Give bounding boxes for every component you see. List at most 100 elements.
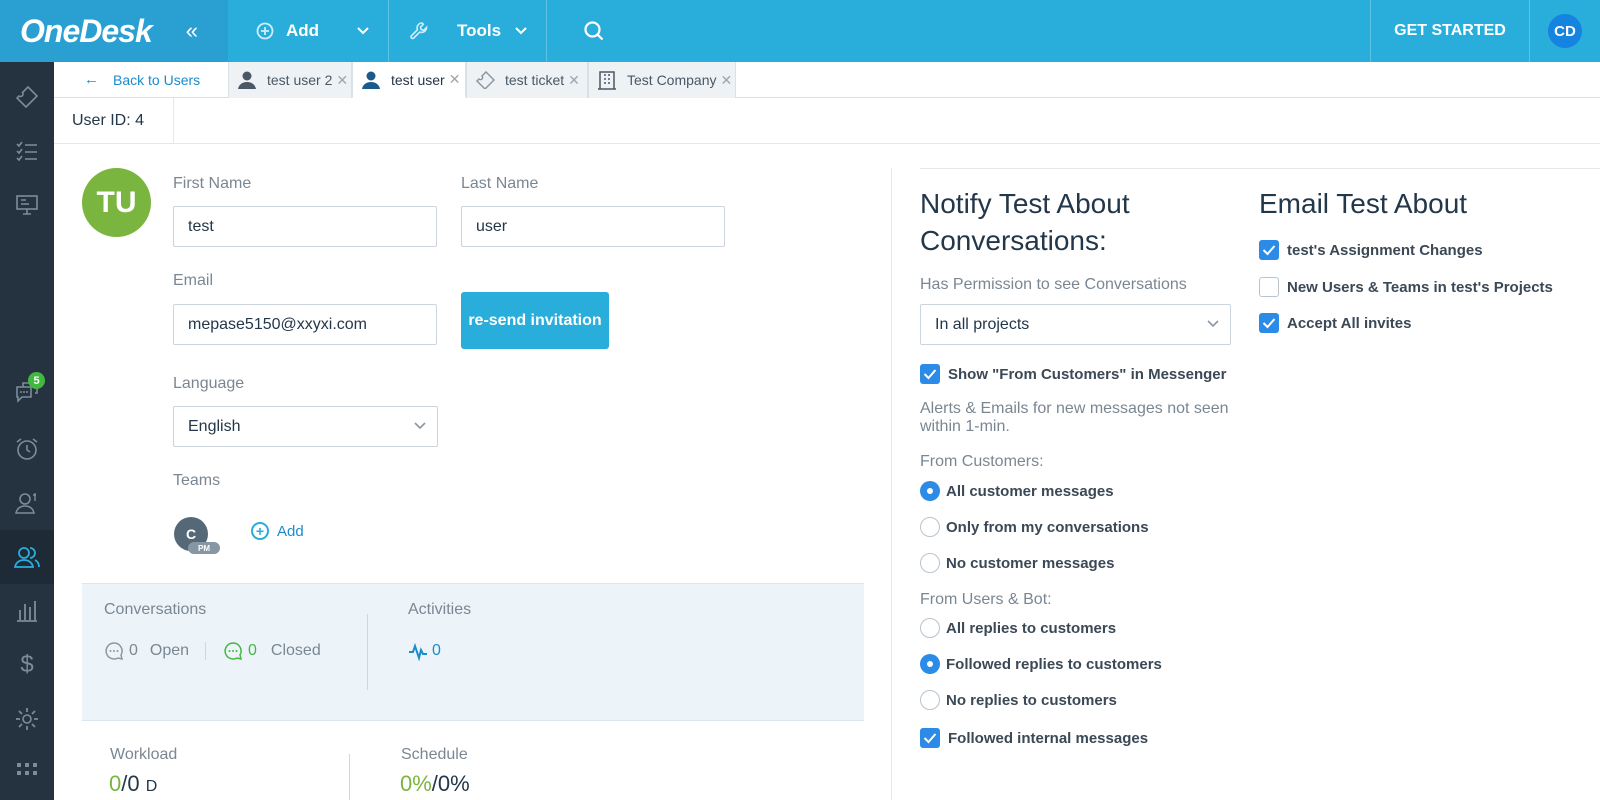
radio-all-customer-messages[interactable]: All customer messages	[920, 481, 1114, 501]
radio-unselected-icon	[920, 690, 940, 710]
add-button[interactable]: Add	[228, 0, 389, 62]
sidebar-item-timers[interactable]	[0, 422, 54, 476]
last-name-value: user	[476, 217, 508, 235]
activities-label: Activities	[408, 601, 472, 618]
tab-label: test user	[391, 71, 445, 88]
followed-internal-checkbox[interactable]: Followed internal messages	[920, 728, 1148, 748]
activities-count-link[interactable]: 0	[408, 641, 441, 661]
tab-test-user-2[interactable]: test user 2 ✕	[228, 62, 352, 98]
closed-label: Closed	[270, 642, 321, 659]
add-label: Add	[286, 21, 320, 40]
stats-panel: Conversations 0 Open 0 Closed Activities…	[82, 583, 864, 721]
sidebar-item-users[interactable]	[0, 530, 54, 584]
accept-all-invites-checkbox[interactable]: Accept All invites	[1259, 313, 1411, 333]
last-name-field[interactable]: user	[461, 206, 725, 247]
tab-test-company[interactable]: Test Company ✕	[588, 62, 736, 98]
sidebar-item-tickets[interactable]	[0, 70, 54, 124]
user-id: User ID: 4	[72, 98, 174, 143]
users-icon	[13, 547, 40, 568]
first-name-value: test	[188, 217, 214, 235]
back-to-users-link[interactable]: ← Back to Users	[84, 62, 200, 97]
radio-no-customer-messages[interactable]: No customer messages	[920, 553, 1114, 573]
search-icon	[584, 21, 604, 41]
sidebar-item-reports[interactable]	[0, 584, 54, 638]
closed-count: 0	[248, 642, 257, 659]
tab-test-ticket[interactable]: test ticket ✕	[466, 62, 588, 98]
language-value: English	[188, 417, 241, 435]
tab-label: test user 2	[267, 72, 333, 88]
checkbox-checked-icon	[1259, 313, 1279, 333]
radio-only-my-conversations[interactable]: Only from my conversations	[920, 517, 1149, 537]
checkbox-checked-icon	[920, 728, 940, 748]
close-icon[interactable]: ✕	[720, 72, 732, 89]
logo-area: OneDesk «	[0, 0, 228, 62]
language-label: Language	[173, 375, 245, 392]
radio-no-replies[interactable]: No replies to customers	[920, 690, 1117, 710]
close-icon[interactable]: ✕	[449, 71, 461, 88]
permission-value: In all projects	[935, 315, 1030, 333]
schedule-value: 0%/0%	[400, 771, 470, 796]
building-icon	[597, 70, 617, 90]
radio-unselected-icon	[920, 517, 940, 537]
add-team-button[interactable]: + Add	[251, 522, 304, 540]
conversations-label: Conversations	[104, 601, 207, 618]
sidebar-item-board[interactable]	[0, 178, 54, 232]
email-about-title: Email Test About	[1259, 188, 1468, 219]
activity-pulse-icon	[409, 642, 427, 661]
radio-followed-replies[interactable]: Followed replies to customers	[920, 654, 1162, 674]
chat-bubble-icon	[224, 642, 243, 661]
divider	[367, 614, 368, 690]
radio-selected-icon	[920, 654, 940, 674]
workload-label: Workload	[110, 746, 178, 763]
onedesk-logo[interactable]: OneDesk	[20, 13, 153, 50]
search-button[interactable]	[547, 0, 605, 62]
pane-divider	[891, 168, 892, 800]
gear-icon	[16, 708, 38, 730]
tab-label: Test Company	[627, 72, 717, 88]
tab-bar: ← Back to Users test user 2 ✕ test user …	[54, 62, 1600, 98]
checkbox-unchecked-icon	[1259, 277, 1279, 297]
language-select[interactable]: English	[173, 406, 438, 447]
new-users-teams-checkbox[interactable]: New Users & Teams in test's Projects	[1259, 277, 1553, 297]
user-avatar-large[interactable]: TU	[82, 168, 151, 237]
alerts-description: Alerts & Emails for new messages not see…	[920, 400, 1229, 435]
tools-button[interactable]: Tools	[389, 0, 547, 62]
permission-select[interactable]: In all projects	[920, 304, 1231, 345]
sidebar-item-customers[interactable]	[0, 476, 54, 530]
close-icon[interactable]: ✕	[336, 72, 348, 89]
collapse-sidebar-icon[interactable]: «	[186, 18, 198, 44]
email-value: mepase5150@xxyxi.com	[188, 315, 367, 333]
open-conversations[interactable]: 0 Open	[104, 641, 189, 661]
top-bar: OneDesk « Add Tools GET STARTED CD	[0, 0, 1600, 62]
sidebar-item-apps[interactable]	[0, 746, 54, 800]
ticket-icon	[475, 71, 495, 89]
assignment-changes-checkbox[interactable]: test's Assignment Changes	[1259, 240, 1483, 260]
chevron-down-icon	[356, 23, 370, 39]
chat-bubble-icon	[105, 642, 124, 661]
activities-count: 0	[432, 642, 441, 659]
timer-icon	[16, 438, 38, 460]
get-started-button[interactable]: GET STARTED	[1370, 0, 1530, 62]
radio-all-replies[interactable]: All replies to customers	[920, 618, 1116, 638]
apps-icon	[17, 763, 37, 775]
open-label: Open	[149, 642, 190, 659]
user-avatar[interactable]: CD	[1548, 14, 1582, 48]
sidebar-item-settings[interactable]	[0, 692, 54, 746]
email-label: Email	[173, 272, 214, 289]
show-from-customers-checkbox[interactable]: Show "From Customers" in Messenger	[920, 364, 1226, 384]
first-name-field[interactable]: test	[173, 206, 437, 247]
user-id-bar: User ID: 4	[54, 98, 1600, 144]
closed-conversations[interactable]: 0 Closed	[223, 641, 321, 661]
tab-test-user[interactable]: test user ✕	[352, 62, 466, 98]
resend-invitation-button[interactable]: re-send invitation	[461, 292, 609, 349]
checkbox-checked-icon	[920, 364, 940, 384]
sidebar-item-billing[interactable]: $	[0, 638, 54, 692]
sidebar-item-messenger[interactable]: 5	[0, 366, 54, 420]
email-field[interactable]: mepase5150@xxyxi.com	[173, 304, 437, 345]
chevron-down-icon	[413, 418, 427, 437]
checkbox-label: Show "From Customers" in Messenger	[948, 365, 1227, 383]
sidebar-item-tasks[interactable]	[0, 124, 54, 178]
close-icon[interactable]: ✕	[568, 72, 580, 89]
workload-value: 0/0 D	[109, 771, 158, 796]
team-role-badge: PM	[188, 542, 220, 554]
